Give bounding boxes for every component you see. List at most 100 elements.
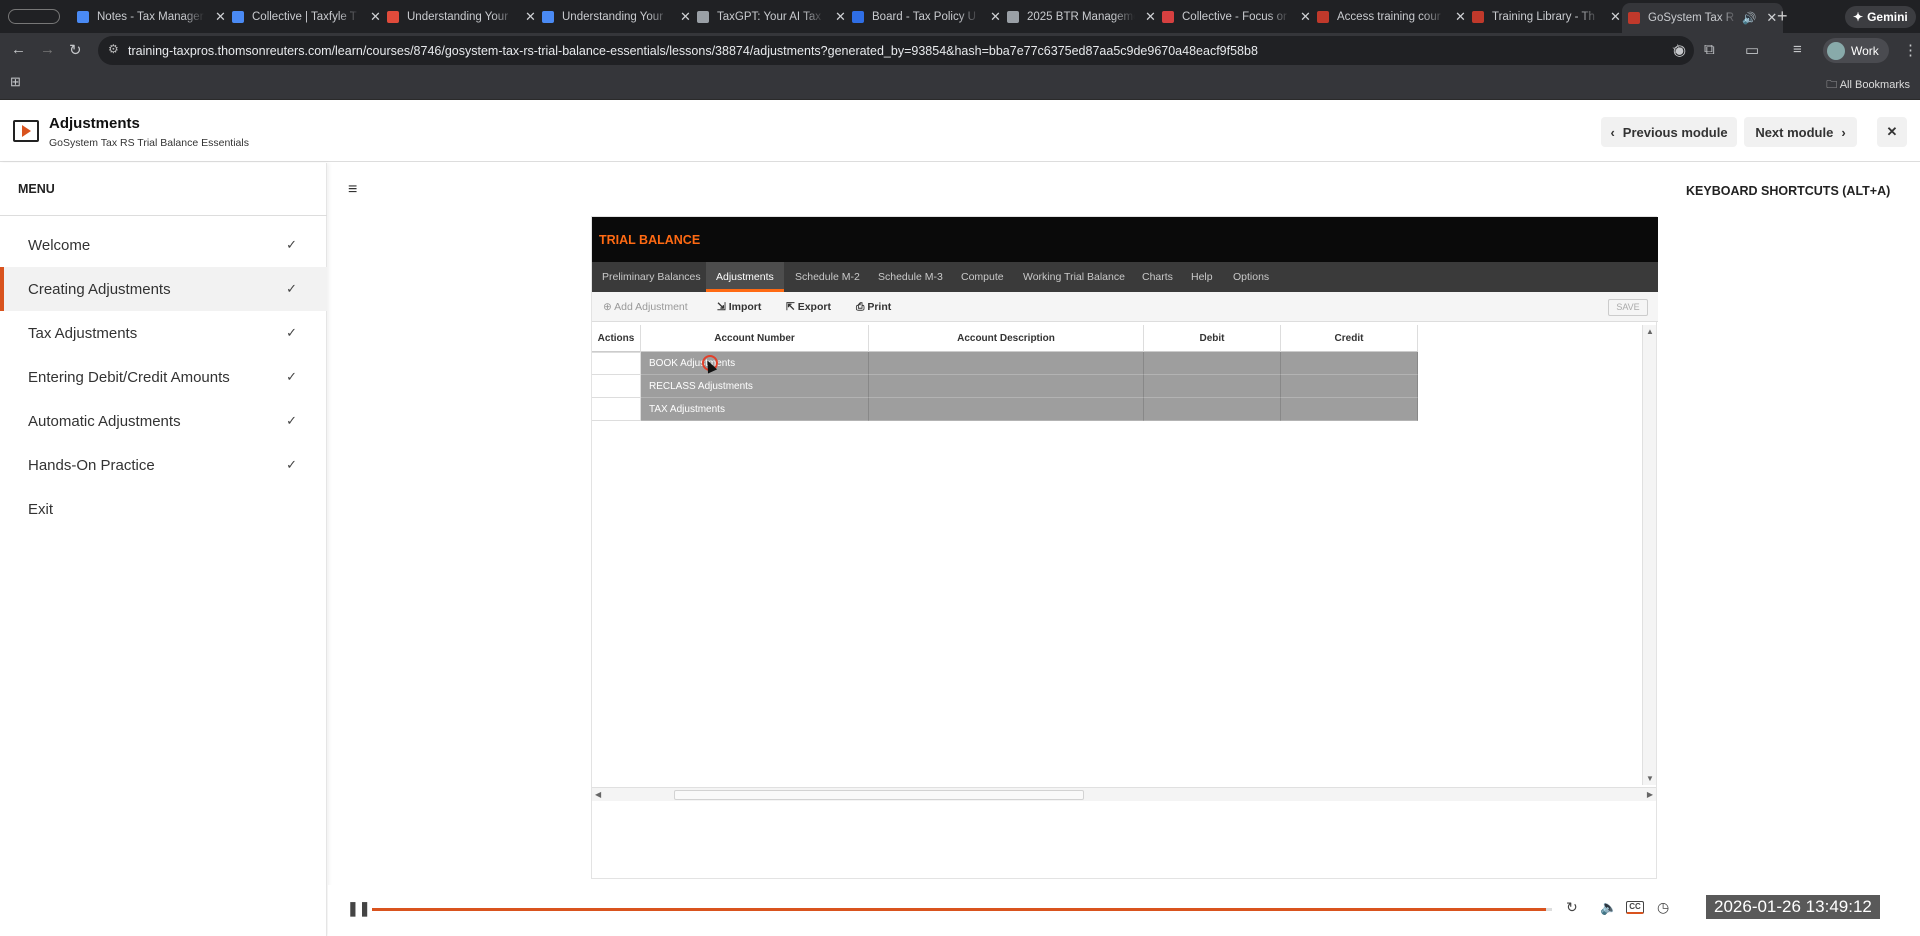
browser-tab[interactable]: Notes - Tax Manager ✕ (77, 6, 226, 28)
captions-icon[interactable]: CC (1626, 901, 1644, 914)
tab-search-icon[interactable] (8, 9, 60, 24)
export-icon: ⇱ (786, 301, 798, 313)
check-icon: ✓ (286, 325, 297, 340)
table-row-book-adjustments[interactable]: BOOK Adjustments (641, 352, 869, 375)
apps-grid-icon[interactable]: ⊞ (10, 74, 21, 90)
browser-tab[interactable]: 2025 BTR Manageme ✕ (1007, 6, 1156, 28)
reload-icon[interactable]: ↻ (69, 41, 82, 59)
menu-item-entering-debit-credit[interactable]: Entering Debit/Credit Amounts ✓ (0, 355, 327, 399)
progress-fill (372, 908, 1547, 911)
plus-circle-icon: ⊕ (603, 301, 615, 313)
check-icon: ✓ (286, 281, 297, 296)
browser-tab[interactable]: Collective - Focus or ✕ (1162, 6, 1311, 28)
timestamp-overlay: 2026-01-26 13:49:12 (1706, 895, 1880, 919)
next-module-button[interactable]: Next module › (1744, 117, 1857, 147)
menu-item-tax-adjustments[interactable]: Tax Adjustments ✓ (0, 311, 327, 355)
close-icon: ✕ (1886, 124, 1898, 139)
site-info-icon[interactable]: ⚙ (108, 42, 119, 56)
new-tab-button[interactable]: + (1777, 6, 1788, 27)
browser-tab[interactable]: Understanding Your ✕ (387, 6, 536, 28)
scroll-right-icon[interactable]: ▶ (1647, 790, 1653, 799)
scroll-left-icon[interactable]: ◀ (595, 790, 601, 799)
row-actions-cell (592, 375, 641, 398)
app-tab-bar: Preliminary Balances Adjustments Schedul… (592, 262, 1658, 292)
table-cell (1281, 375, 1418, 398)
volume-icon[interactable]: 🔈 (1600, 899, 1617, 916)
browser-tab[interactable]: Understanding Your ✕ (542, 6, 691, 28)
add-adjustment-button[interactable]: ⊕ Add Adjustment (603, 301, 688, 313)
scroll-up-icon[interactable]: ▲ (1646, 327, 1654, 336)
browser-tab[interactable]: Access training cour ✕ (1317, 6, 1466, 28)
browser-tab-active[interactable]: GoSystem Tax R 🔊 ✕ (1622, 3, 1784, 33)
table-cell (1144, 398, 1281, 421)
column-header-account-description: Account Description (869, 325, 1144, 352)
import-button[interactable]: ⇲ Import (717, 301, 761, 313)
tab-schedule-m3[interactable]: Schedule M-3 (878, 262, 943, 292)
media-icon[interactable]: ≡ (1793, 41, 1802, 58)
table-cell (869, 375, 1144, 398)
menu-heading: MENU (18, 182, 55, 196)
tab-preliminary-balances[interactable]: Preliminary Balances (602, 262, 701, 292)
print-button[interactable]: ⎙ Print (856, 301, 891, 314)
import-icon: ⇲ (717, 301, 729, 313)
scroll-down-icon[interactable]: ▼ (1646, 774, 1654, 783)
puzzle-icon[interactable]: ⧉ (1704, 41, 1715, 58)
tab-schedule-m2[interactable]: Schedule M-2 (795, 262, 860, 292)
table-row-tax-adjustments[interactable]: TAX Adjustments (641, 398, 869, 421)
column-header-credit: Credit (1281, 325, 1418, 352)
tab-options[interactable]: Options (1233, 262, 1269, 292)
trial-balance-header: TRIAL BALANCE (592, 217, 1658, 262)
menu-item-automatic-adjustments[interactable]: Automatic Adjustments ✓ (0, 399, 327, 443)
menu-item-exit[interactable]: Exit (0, 487, 327, 531)
address-bar[interactable]: ⚙ training-taxpros.thomsonreuters.com/le… (98, 36, 1694, 65)
browser-tab[interactable]: Board - Tax Policy U ✕ (852, 6, 1001, 28)
back-icon[interactable]: ← (11, 41, 26, 58)
gemini-button[interactable]: ✦ Gemini (1845, 6, 1916, 28)
column-header-actions: Actions (592, 325, 641, 352)
previous-module-button[interactable]: ‹ Previous module (1601, 117, 1737, 147)
all-bookmarks-button[interactable]: 🗀 All Bookmarks (1826, 76, 1910, 95)
chevron-right-icon: › (1841, 124, 1846, 140)
keyboard-shortcuts-link[interactable]: KEYBOARD SHORTCUTS (ALT+A) (1686, 184, 1890, 198)
table-cell (1144, 375, 1281, 398)
progress-track[interactable] (372, 908, 1552, 911)
menu-item-hands-on-practice[interactable]: Hands-On Practice ✓ (0, 443, 327, 487)
adjustments-grid: Actions Account Number Account Descripti… (592, 325, 1658, 880)
url-text: training-taxpros.thomsonreuters.com/lear… (128, 43, 1258, 58)
profile-button[interactable]: Work (1823, 38, 1889, 63)
avatar (1827, 41, 1845, 60)
save-button[interactable]: SAVE (1608, 299, 1648, 316)
browser-tab[interactable]: Collective | Taxfyle T ✕ (232, 6, 381, 28)
close-lesson-button[interactable]: ✕ (1877, 117, 1907, 147)
table-cell (1144, 352, 1281, 375)
pause-icon[interactable]: ❚❚ (347, 900, 370, 917)
hamburger-icon[interactable]: ≡ (348, 181, 357, 199)
cast-icon[interactable]: ▭ (1745, 41, 1759, 59)
row-actions-cell (592, 398, 641, 421)
playback-speed-icon[interactable]: ◷ (1657, 899, 1669, 916)
tab-charts[interactable]: Charts (1142, 262, 1173, 292)
tab-help[interactable]: Help (1191, 262, 1213, 292)
speaker-icon: 🔊 (1742, 13, 1757, 25)
action-toolbar: ⊕ Add Adjustment ⇲ Import ⇱ Export ⎙ Pri… (592, 292, 1658, 322)
vertical-scrollbar[interactable]: ▲ ▼ (1642, 325, 1656, 785)
browser-tab[interactable]: TaxGPT: Your AI Tax ✕ (697, 6, 846, 28)
menu-item-welcome[interactable]: Welcome ✓ (0, 223, 327, 267)
tab-working-trial-balance[interactable]: Working Trial Balance (1023, 262, 1125, 292)
table-cell (1281, 398, 1418, 421)
scroll-thumb[interactable] (674, 790, 1084, 800)
extension-icon[interactable]: ◉ (1673, 41, 1686, 59)
replay-icon[interactable]: ↻ (1566, 899, 1578, 916)
horizontal-scrollbar[interactable]: ◀ ▶ (592, 787, 1656, 801)
lesson-title: Adjustments (49, 115, 140, 132)
tab-compute[interactable]: Compute (961, 262, 1004, 292)
video-lesson-icon (13, 120, 39, 142)
more-menu-icon[interactable]: ⋮ (1903, 41, 1918, 59)
folder-icon: 🗀 (1826, 79, 1840, 91)
browser-tab[interactable]: Training Library - Th ✕ (1472, 6, 1621, 28)
menu-item-creating-adjustments[interactable]: Creating Adjustments ✓ (0, 267, 327, 311)
forward-icon[interactable]: → (40, 41, 55, 58)
tab-adjustments[interactable]: Adjustments (706, 262, 784, 292)
export-button[interactable]: ⇱ Export (786, 301, 831, 313)
table-row-reclass-adjustments[interactable]: RECLASS Adjustments (641, 375, 869, 398)
